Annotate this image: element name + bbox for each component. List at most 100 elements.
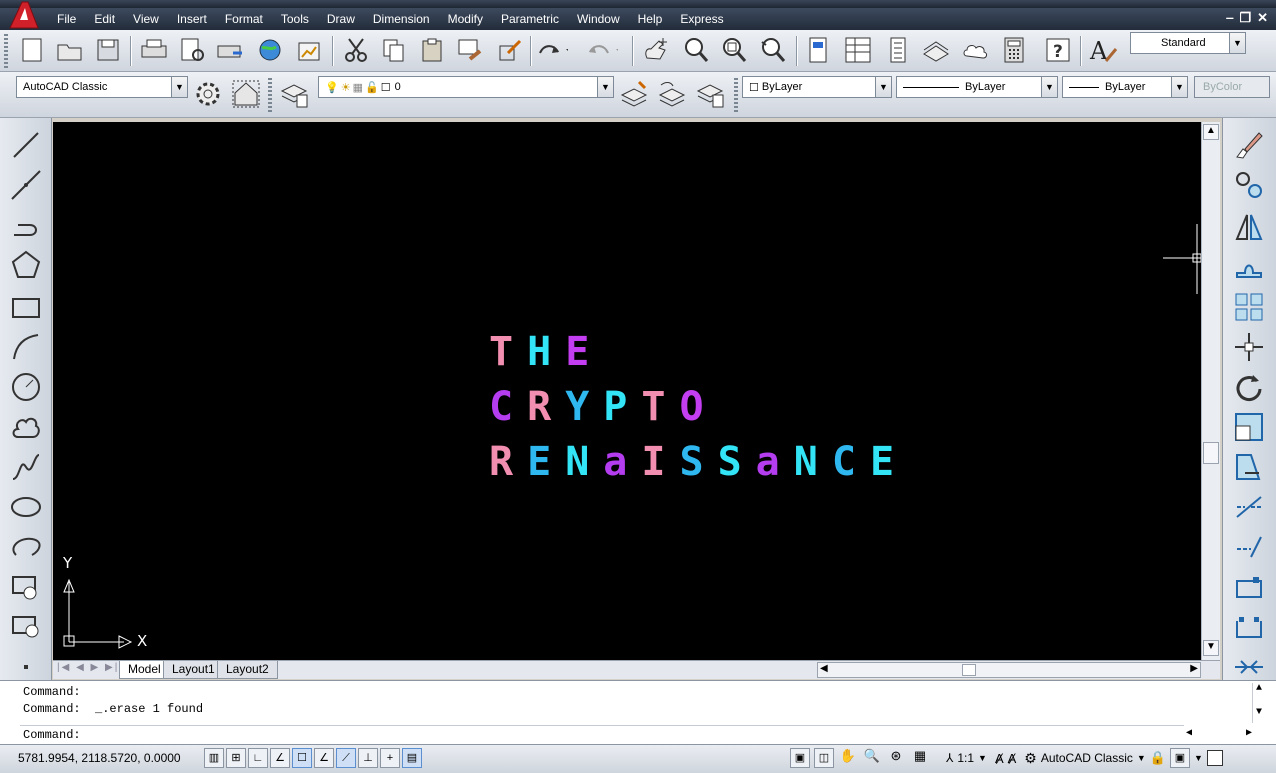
- zoom-window-button[interactable]: [718, 34, 750, 66]
- object-snap-icon[interactable]: ∠: [314, 748, 334, 768]
- markup-set-button[interactable]: [960, 34, 992, 66]
- command-prompt[interactable]: Command:: [23, 728, 81, 742]
- toolbar-grip[interactable]: [268, 78, 272, 112]
- polar-tracking-icon[interactable]: ☐: [292, 748, 312, 768]
- arc-tool[interactable]: [8, 330, 44, 364]
- polygon-tool[interactable]: [8, 248, 44, 282]
- scroll-right-icon[interactable]: ▶: [1246, 727, 1252, 741]
- command-scrollbar[interactable]: ▲ ▼: [1252, 683, 1270, 723]
- zoom-realtime-button[interactable]: [680, 34, 712, 66]
- chevron-down-icon[interactable]: ▼: [978, 753, 987, 763]
- break-at-point-tool[interactable]: [1231, 570, 1267, 604]
- scroll-down-icon[interactable]: ▼: [1256, 707, 1262, 718]
- pan-button[interactable]: [640, 34, 672, 66]
- minimize-icon[interactable]: ‒: [1226, 10, 1233, 26]
- publish-button[interactable]: [214, 34, 246, 66]
- hscroll-thumb[interactable]: [962, 664, 976, 676]
- properties-button[interactable]: [802, 34, 834, 66]
- infer-constraints-icon[interactable]: ▥: [204, 748, 224, 768]
- chevron-down-icon[interactable]: ▼: [597, 77, 613, 97]
- pan-icon[interactable]: ✋: [838, 748, 858, 768]
- layer-properties-button[interactable]: [278, 78, 310, 110]
- publish-web-button[interactable]: [254, 34, 286, 66]
- menu-parametric[interactable]: Parametric: [492, 11, 568, 27]
- showmotion-icon[interactable]: ▦: [910, 748, 930, 768]
- color-combo[interactable]: ☐ ByLayer ▼: [742, 76, 892, 98]
- menu-window[interactable]: Window: [568, 11, 629, 27]
- redo-button[interactable]: [586, 34, 618, 66]
- drawing-canvas[interactable]: THE CRYPTO RENaISSaNCE Y X: [53, 122, 1201, 660]
- trim-tool[interactable]: [1231, 490, 1267, 524]
- paste-button[interactable]: [416, 34, 448, 66]
- chevron-down-icon[interactable]: ▼: [1194, 753, 1203, 763]
- array-tool[interactable]: [1231, 290, 1267, 324]
- close-icon[interactable]: ✕: [1257, 10, 1268, 26]
- ellipse-arc-tool[interactable]: [8, 530, 44, 564]
- object-snap-tracking-icon[interactable]: ⟋: [336, 748, 356, 768]
- zoom-previous-button[interactable]: [756, 34, 788, 66]
- scale-tool[interactable]: [1231, 410, 1267, 444]
- tab-layout1[interactable]: Layout1: [163, 661, 224, 679]
- cut-button[interactable]: [340, 34, 372, 66]
- chevron-down-icon[interactable]: ▼: [1171, 77, 1187, 97]
- chevron-down-icon[interactable]: ▼: [1137, 753, 1146, 763]
- workspace-combo[interactable]: AutoCAD Classic ▼: [16, 76, 188, 98]
- menu-modify[interactable]: Modify: [439, 11, 492, 27]
- tool-palettes-button[interactable]: [882, 34, 914, 66]
- extend-tool[interactable]: [1231, 530, 1267, 564]
- polyline-tool[interactable]: [8, 208, 44, 242]
- design-center-button[interactable]: [842, 34, 874, 66]
- undo-button[interactable]: [536, 34, 568, 66]
- layer-states-button[interactable]: [694, 78, 726, 110]
- coordinates-display[interactable]: 5781.9954, 2118.5720, 0.0000: [18, 751, 181, 765]
- restore-icon[interactable]: ❐: [1239, 10, 1251, 26]
- annotation-scale-value[interactable]: 1:1: [957, 751, 974, 765]
- toolbar-lock-icon[interactable]: 🔒: [1150, 750, 1166, 766]
- workspace-switch-icon[interactable]: ⚙: [1024, 750, 1037, 767]
- menu-draw[interactable]: Draw: [318, 11, 364, 27]
- sheet-set-button[interactable]: [920, 34, 952, 66]
- snap-mode-icon[interactable]: ⊞: [226, 748, 246, 768]
- chevron-down-icon[interactable]: ▼: [1229, 33, 1245, 53]
- tab-navigation-icon[interactable]: |◀ ◀ ▶ ▶|: [57, 662, 119, 673]
- help-button[interactable]: ?: [1042, 34, 1074, 66]
- hardware-acceleration-icon[interactable]: ▣: [1170, 748, 1190, 768]
- mirror-tool[interactable]: [1231, 210, 1267, 244]
- annotation-scale-icon[interactable]: ⅄: [946, 751, 953, 765]
- scroll-left-icon[interactable]: ◀: [820, 663, 828, 674]
- chevron-down-icon[interactable]: ▼: [875, 77, 891, 97]
- 3d-dwf-button[interactable]: [294, 34, 326, 66]
- lineweight-combo[interactable]: ByLayer ▼: [1062, 76, 1188, 98]
- text-style-combo[interactable]: Standard ▼: [1130, 32, 1246, 54]
- point-tool[interactable]: [8, 650, 44, 684]
- scroll-down-icon[interactable]: ▼: [1203, 640, 1219, 656]
- open-button[interactable]: [54, 34, 86, 66]
- dynamic-ucs-icon[interactable]: ⊥: [358, 748, 378, 768]
- break-tool[interactable]: [1231, 610, 1267, 644]
- construction-line-tool[interactable]: [8, 168, 44, 202]
- model-space-icon[interactable]: ▣: [790, 748, 810, 768]
- scroll-right-icon[interactable]: ▶: [1190, 663, 1198, 674]
- scroll-thumb[interactable]: [1203, 442, 1219, 464]
- tab-layout2[interactable]: Layout2: [217, 661, 278, 679]
- dynamic-input-icon[interactable]: +: [380, 748, 400, 768]
- save-button[interactable]: [92, 34, 124, 66]
- menu-file[interactable]: File: [48, 11, 85, 27]
- spline-tool[interactable]: [8, 450, 44, 484]
- lineweight-display-icon[interactable]: ▤: [402, 748, 422, 768]
- move-tool[interactable]: [1231, 330, 1267, 364]
- ellipse-tool[interactable]: [8, 490, 44, 524]
- revision-cloud-tool[interactable]: [8, 410, 44, 444]
- text-style-button[interactable]: A: [1088, 34, 1120, 66]
- erase-tool[interactable]: [1231, 128, 1267, 162]
- toolbar-grip[interactable]: [734, 78, 738, 112]
- scroll-up-icon[interactable]: ▲: [1256, 683, 1262, 694]
- annotation-visibility-icon[interactable]: Ⱥ: [995, 751, 1004, 766]
- menu-dimension[interactable]: Dimension: [364, 11, 439, 27]
- menu-tools[interactable]: Tools: [272, 11, 318, 27]
- workspace-status-value[interactable]: AutoCAD Classic: [1041, 751, 1133, 765]
- line-tool[interactable]: [8, 128, 44, 162]
- quick-view-layouts-icon[interactable]: ◫: [814, 748, 834, 768]
- stretch-tool[interactable]: [1231, 450, 1267, 484]
- chevron-down-icon[interactable]: ▼: [1041, 77, 1057, 97]
